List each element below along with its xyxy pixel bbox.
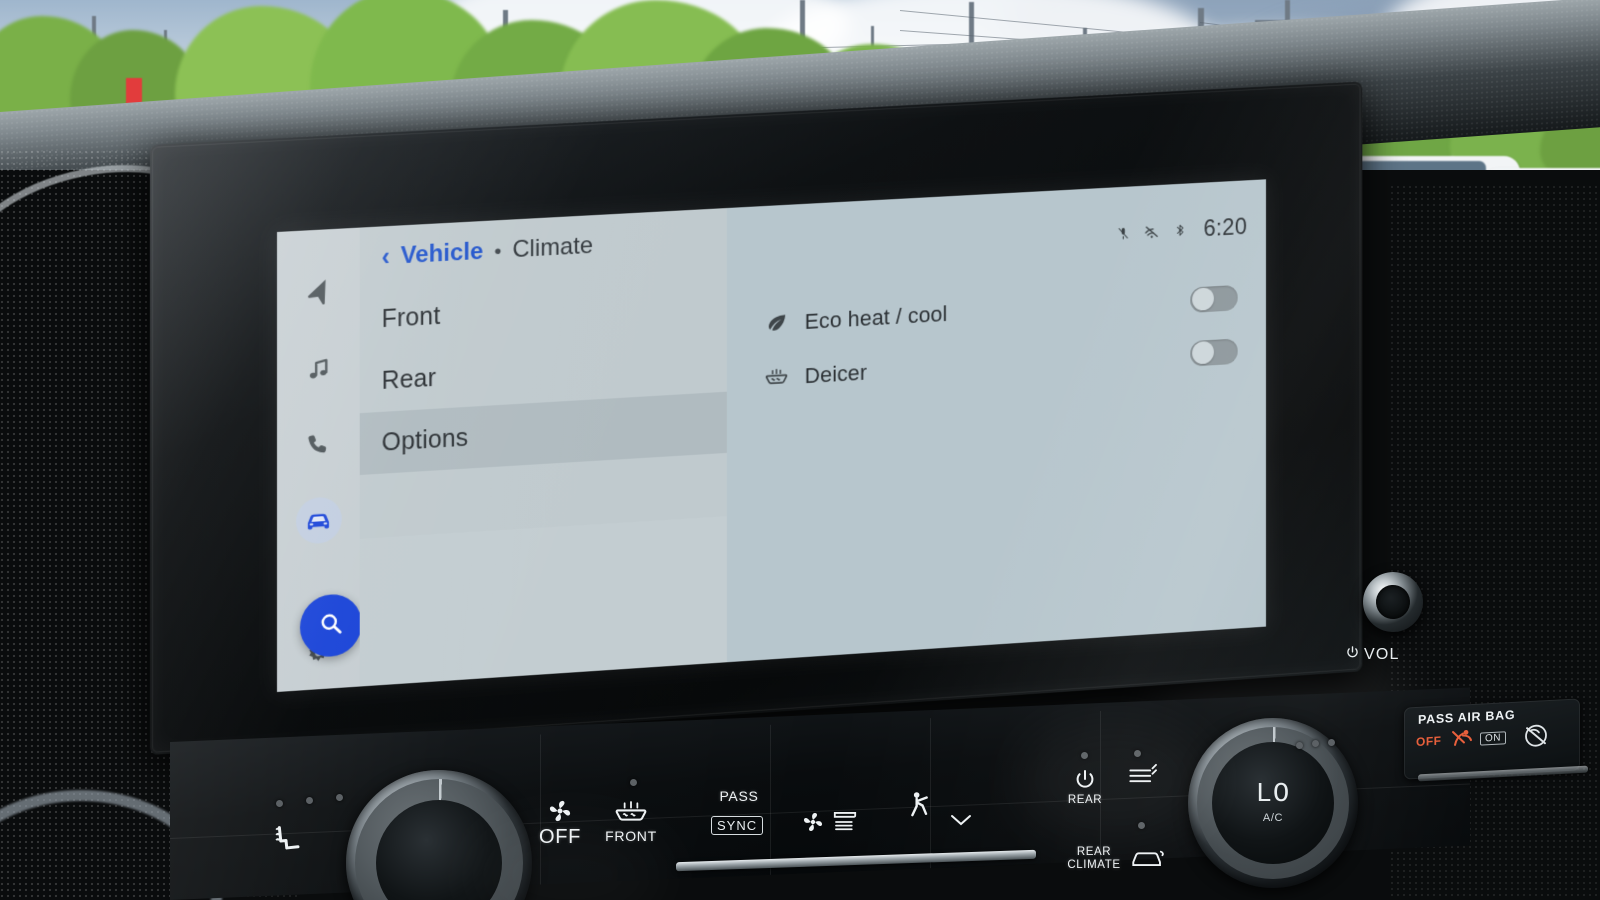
music-note-icon (305, 354, 332, 383)
clock: 6:20 (1203, 213, 1248, 242)
sidebar-item-media[interactable] (295, 344, 341, 393)
heated-seat-icon[interactable] (268, 818, 308, 858)
breadcrumb-parent[interactable]: Vehicle (401, 238, 484, 270)
deicer-toggle[interactable] (1190, 337, 1238, 367)
sidebar-item-navigation[interactable] (295, 269, 341, 317)
temp-value: LO (1255, 780, 1291, 810)
eco-heat-cool-toggle[interactable] (1190, 284, 1238, 313)
navigation-arrow-icon (304, 277, 333, 308)
menu-empty-area (359, 516, 727, 687)
front-defrost-icon[interactable] (608, 798, 654, 828)
deicer-icon (756, 363, 797, 391)
fan-recirculate-icon[interactable] (796, 808, 830, 836)
chevron-down-icon[interactable] (948, 810, 974, 830)
volume-label: VOL (1345, 645, 1400, 665)
option-label: Deicer (804, 359, 868, 388)
volume-text: VOL (1364, 646, 1400, 663)
options-pane: 6:20 Eco heat / cool Deicer (726, 179, 1266, 663)
app-rail[interactable] (277, 227, 362, 692)
car-interior-photo: ‹ Vehicle • Climate Front Rear Options 6… (0, 0, 1600, 900)
data-off-icon (1144, 223, 1160, 240)
leaf-icon (756, 309, 797, 337)
phone-icon (305, 430, 332, 459)
airbag-on-label: ON (1480, 731, 1506, 746)
pass-label: PASS (719, 788, 759, 804)
toggle-knob (1191, 340, 1214, 365)
menu-item-label: Rear (381, 363, 437, 395)
airbag-off-label: OFF (1416, 733, 1442, 749)
airbag-off-symbol (1450, 726, 1480, 759)
sidebar-item-vehicle[interactable] (295, 496, 342, 545)
rear-climate-icon[interactable] (1128, 842, 1170, 872)
sync-button[interactable]: SYNC (711, 816, 764, 835)
search-icon (317, 608, 345, 643)
options-rows: Eco heat / cool Deicer (756, 270, 1238, 405)
search-button[interactable] (299, 592, 362, 659)
airflow-icon[interactable] (900, 788, 940, 822)
breadcrumb-separator: • (494, 239, 502, 263)
status-bar: 6:20 (1115, 213, 1247, 247)
power-icon (1345, 645, 1360, 665)
infotainment-screen[interactable]: ‹ Vehicle • Climate Front Rear Options 6… (277, 179, 1266, 692)
bluetooth-icon (1172, 221, 1188, 238)
windshield-airflow-icon[interactable] (826, 806, 864, 838)
sidebar-item-phone[interactable] (295, 420, 341, 469)
car-icon (303, 504, 334, 537)
mic-muted-icon (1115, 225, 1131, 242)
climate-menu-column[interactable]: ‹ Vehicle • Climate Front Rear Options (359, 208, 727, 687)
temp-mode: A/C (1262, 812, 1284, 824)
airbag-on-symbol (1522, 722, 1550, 754)
toggle-knob (1191, 287, 1214, 311)
breadcrumb-current: Climate (512, 232, 594, 264)
menu-item-label: Options (381, 423, 469, 457)
chevron-left-icon[interactable]: ‹ (382, 242, 390, 270)
option-label: Eco heat / cool (804, 300, 948, 334)
airbag-title: PASS AIR BAG (1418, 707, 1516, 727)
menu-item-label: Front (381, 301, 441, 333)
rear-climate-label[interactable]: REAR CLIMATE (1055, 846, 1133, 872)
